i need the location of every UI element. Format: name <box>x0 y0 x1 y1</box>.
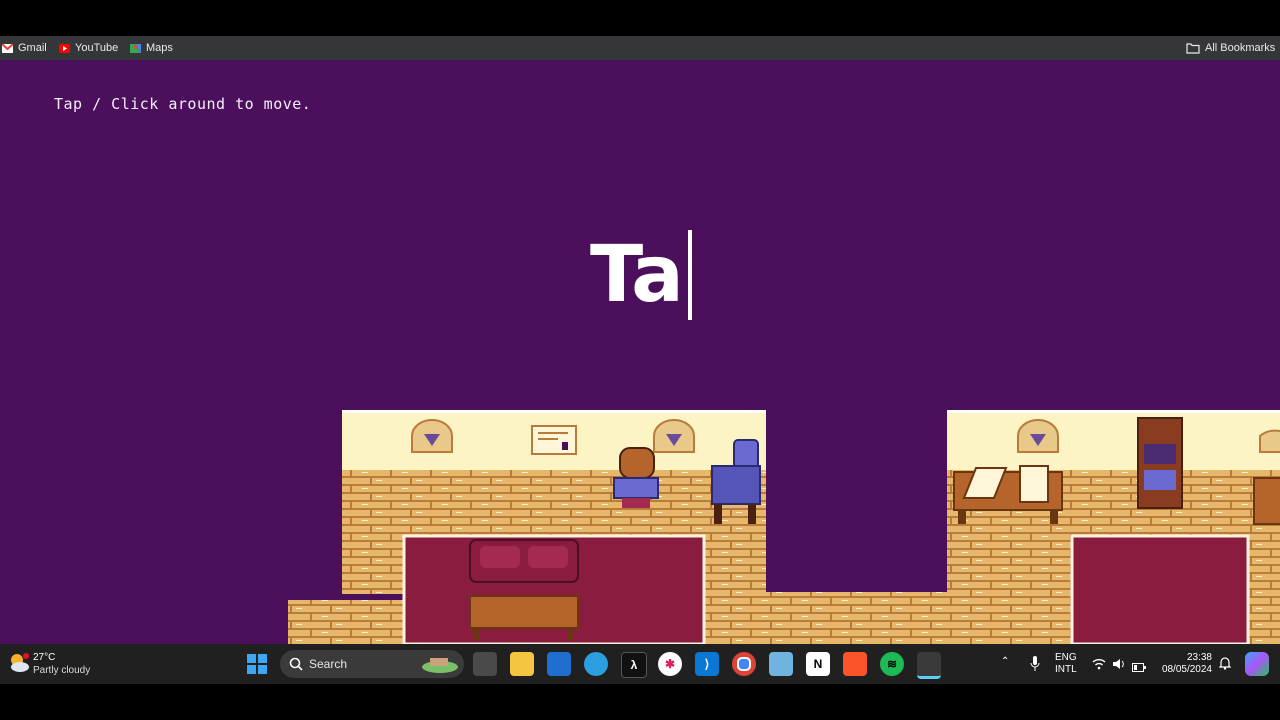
notion-icon[interactable]: N <box>806 652 830 676</box>
right-room-wall <box>947 410 1280 470</box>
bookmark-youtube[interactable]: YouTube <box>59 36 118 60</box>
file-explorer-icon[interactable] <box>510 652 534 676</box>
search-label: Search <box>309 657 348 671</box>
spotify-icon[interactable]: ≋ <box>880 652 904 676</box>
bookmark-label: Maps <box>146 42 173 54</box>
vscode-icon[interactable]: ⟩ <box>695 652 719 676</box>
chrome-icon[interactable] <box>732 652 756 676</box>
volume-icon[interactable] <box>1112 657 1126 675</box>
weather-partly-cloudy-icon <box>11 653 29 672</box>
all-bookmarks-button[interactable]: All Bookmarks <box>1186 36 1275 60</box>
search-highlight-icon <box>422 658 458 673</box>
weather-temp: 27°C <box>33 652 56 663</box>
microphone-icon[interactable] <box>1030 656 1040 677</box>
keyboard-layout: INTL <box>1055 664 1077 675</box>
search-icon <box>289 657 303 671</box>
brave-icon[interactable] <box>843 652 867 676</box>
corridor-floor <box>705 592 985 644</box>
weather-widget[interactable] <box>8 652 30 679</box>
all-bookmarks-label: All Bookmarks <box>1205 42 1276 54</box>
typed-text: Ta <box>590 230 684 320</box>
code-app-icon[interactable]: λ <box>621 652 647 678</box>
bookmark-gmail[interactable]: Gmail <box>2 36 47 60</box>
edge-browser-icon[interactable] <box>584 652 608 676</box>
snipping-tool-icon[interactable] <box>917 652 941 679</box>
clock[interactable]: 23:38 08/05/2024 <box>1160 652 1212 676</box>
photos-icon[interactable] <box>769 652 793 676</box>
bookmark-maps[interactable]: Maps <box>130 36 173 60</box>
language-code: ENG <box>1055 652 1077 663</box>
maps-icon <box>130 43 141 53</box>
right-rug <box>1070 534 1250 644</box>
typing-text: Ta <box>590 230 692 320</box>
bookmarks-bar: Gmail YouTube Maps All Bookmarks <box>0 36 1280 60</box>
player-character <box>613 447 659 508</box>
coffee-table <box>469 595 579 629</box>
clock-time: 23:38 <box>1186 652 1212 663</box>
notification-bell-icon[interactable] <box>1218 656 1232 675</box>
folder-icon <box>1186 42 1200 54</box>
chevron-up-icon[interactable]: ⌃ <box>1001 656 1009 668</box>
start-button[interactable] <box>247 654 267 679</box>
wifi-icon[interactable] <box>1092 657 1106 675</box>
game-canvas[interactable]: Tap / Click around to move. Ta <box>0 60 1280 644</box>
bookmark-label: Gmail <box>18 42 47 54</box>
taskbar-search[interactable]: Search <box>280 650 464 678</box>
copilot-icon[interactable] <box>1245 652 1269 676</box>
move-hint: Tap / Click around to move. <box>54 95 312 113</box>
battery-icon[interactable] <box>1132 659 1146 677</box>
screen-bottom-border <box>0 684 1280 720</box>
gmail-icon <box>2 43 13 53</box>
windows-taskbar: 27°C Partly cloudy Search λ ✱ ⟩ N ≋ ⌃ EN… <box>0 644 1280 684</box>
youtube-icon <box>59 43 70 53</box>
text-caret <box>687 230 692 320</box>
bookmark-label: YouTube <box>75 42 119 54</box>
clock-date: 08/05/2024 <box>1161 664 1212 675</box>
language-indicator[interactable]: ENG INTL <box>1055 652 1077 676</box>
weather-desc: Partly cloudy <box>33 665 91 676</box>
lower-left-floor <box>288 600 408 644</box>
room-scene <box>288 410 1280 644</box>
windows-logo-icon <box>247 654 267 674</box>
task-view-icon[interactable] <box>473 652 497 676</box>
slack-icon[interactable]: ✱ <box>658 652 682 676</box>
microsoft-store-icon[interactable] <box>547 652 571 676</box>
screen-top-border <box>0 0 1280 36</box>
